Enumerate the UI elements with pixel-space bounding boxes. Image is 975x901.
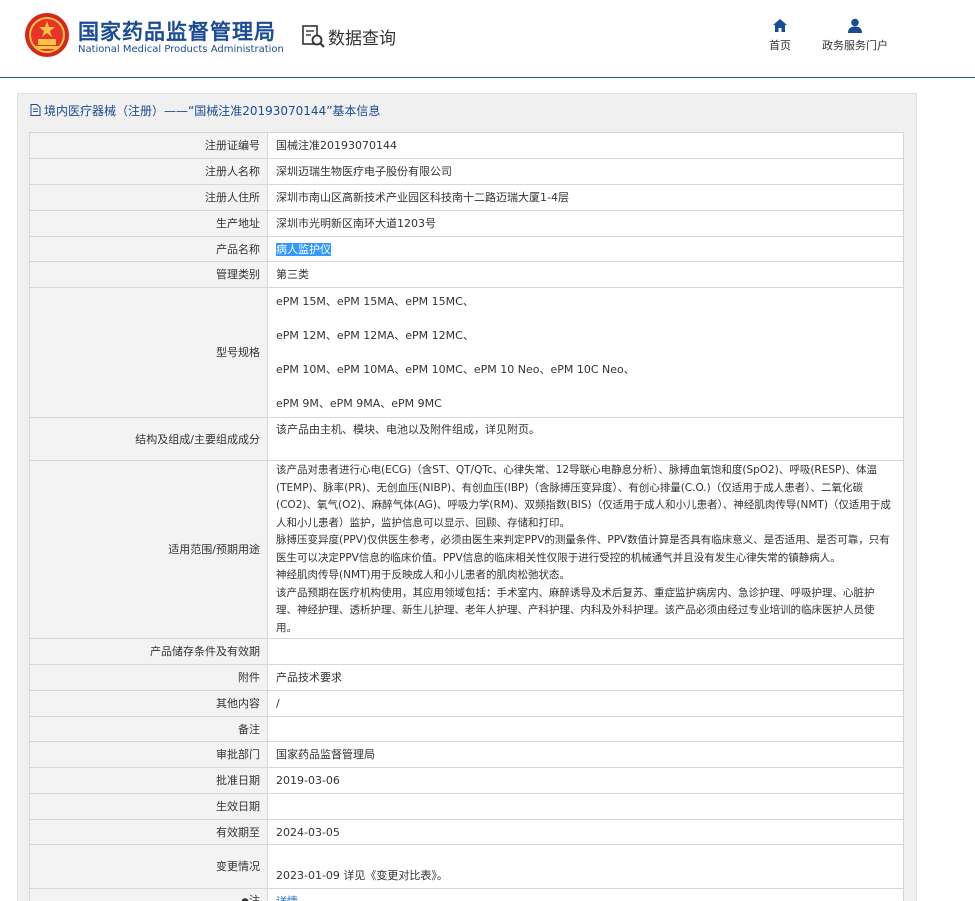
row-label: 注册证编号 — [29, 132, 268, 159]
table-row: 生产地址 深圳市光明新区南环大道1203号 — [29, 210, 904, 237]
row-label: 注册人住所 — [29, 184, 268, 211]
document-icon — [30, 104, 41, 116]
nav-gov-service-portal[interactable]: 政务服务门户 — [818, 18, 892, 53]
row-value: / — [267, 690, 904, 717]
row-value: 深圳迈瑞生物医疗电子股份有限公司 — [267, 158, 904, 185]
panel-title: 境内医疗器械（注册）——“国械注准20193070144”基本信息 — [30, 102, 380, 118]
model-line: ePM 10M、ePM 10MA、ePM 10MC、ePM 10 Neo、ePM… — [276, 363, 635, 376]
row-label: 附件 — [29, 664, 268, 691]
table-row: 备注 — [29, 716, 904, 742]
row-label: 产品储存条件及有效期 — [29, 638, 268, 665]
row-value — [267, 638, 904, 665]
user-icon — [848, 18, 862, 33]
row-value — [267, 793, 904, 820]
row-value: 国械注准20193070144 — [267, 132, 904, 159]
nav-home[interactable]: 首页 — [764, 18, 796, 53]
row-label: 管理类别 — [29, 261, 268, 288]
model-spacer — [276, 344, 895, 361]
model-line: ePM 15M、ePM 15MA、ePM 15MC、 — [276, 295, 474, 308]
row-label: 注册人名称 — [29, 158, 268, 185]
row-label: ●注 — [29, 888, 268, 901]
nav-portal-label: 政务服务门户 — [822, 39, 888, 52]
table-row: 产品名称 病人监护仪 — [29, 236, 904, 262]
table-row: ●注 详情 — [29, 888, 904, 901]
site-header: 国家药品监督管理局 National Medical Products Admi… — [0, 0, 975, 78]
row-value: 该产品由主机、模块、电池以及附件组成，详见附页。 — [267, 417, 904, 461]
table-row: 生效日期 — [29, 793, 904, 820]
row-value: 深圳市南山区高新技术产业园区科技南十二路迈瑞大厦1-4层 — [267, 184, 904, 211]
note-label: 注 — [249, 894, 260, 901]
model-spacer — [276, 310, 895, 327]
table-row: 其他内容 / — [29, 690, 904, 717]
row-value: 详情 — [267, 888, 904, 901]
table-row: 有效期至 2024-03-05 — [29, 819, 904, 845]
row-value: 该产品对患者进行心电(ECG)（含ST、QT/QTc、心律失常、12导联心电静息… — [267, 460, 904, 639]
table-row: 适用范围/预期用途 该产品对患者进行心电(ECG)（含ST、QT/QTc、心律失… — [29, 460, 904, 639]
table-row: 变更情况 2023-01-09 详见《变更对比表》。 — [29, 844, 904, 889]
row-value: ePM 15M、ePM 15MA、ePM 15MC、 ePM 12M、ePM 1… — [267, 287, 904, 418]
table-row: 注册人名称 深圳迈瑞生物医疗电子股份有限公司 — [29, 158, 904, 185]
device-info-table: 注册证编号 国械注准20193070144 注册人名称 深圳迈瑞生物医疗电子股份… — [29, 132, 904, 901]
row-label: 其他内容 — [29, 690, 268, 717]
row-label: 结构及组成/主要组成成分 — [29, 417, 268, 461]
row-value: 2019-03-06 — [267, 767, 904, 794]
table-row: 注册证编号 国械注准20193070144 — [29, 132, 904, 159]
details-link[interactable]: 详情 — [276, 895, 298, 901]
table-row: 附件 产品技术要求 — [29, 664, 904, 691]
table-row: 产品储存条件及有效期 — [29, 638, 904, 665]
brand-name-cn[interactable]: 国家药品监督管理局 — [78, 16, 276, 46]
table-row: 批准日期 2019-03-06 — [29, 767, 904, 794]
row-value: 深圳市光明新区南环大道1203号 — [267, 210, 904, 237]
row-label: 批准日期 — [29, 767, 268, 794]
row-label: 审批部门 — [29, 741, 268, 768]
nav-home-label: 首页 — [769, 39, 791, 52]
row-label: 生效日期 — [29, 793, 268, 820]
data-query-label: 数据查询 — [328, 28, 396, 49]
data-query-link[interactable]: 数据查询 — [300, 22, 396, 50]
model-line: ePM 9M、ePM 9MA、ePM 9MC — [276, 397, 442, 410]
document-search-icon — [302, 25, 325, 48]
model-spacer — [276, 378, 895, 395]
row-value — [267, 716, 904, 742]
row-value: 2024-03-05 — [267, 819, 904, 845]
location-pin-icon: ● — [241, 897, 249, 901]
row-label: 型号规格 — [29, 287, 268, 418]
model-line: ePM 12M、ePM 12MA、ePM 12MC、 — [276, 329, 474, 342]
row-label: 变更情况 — [29, 844, 268, 889]
home-icon — [773, 19, 787, 32]
product-name-highlight[interactable]: 病人监护仪 — [276, 242, 331, 256]
brand-name-en[interactable]: National Medical Products Administration — [78, 44, 284, 55]
national-emblem-icon[interactable] — [24, 12, 70, 58]
row-value: 产品技术要求 — [267, 664, 904, 691]
row-label: 备注 — [29, 716, 268, 742]
row-label: 生产地址 — [29, 210, 268, 237]
row-value: 病人监护仪 — [267, 236, 904, 262]
table-row: 结构及组成/主要组成成分 该产品由主机、模块、电池以及附件组成，详见附页。 — [29, 417, 904, 461]
row-value: 第三类 — [267, 261, 904, 288]
row-value: 国家药品监督管理局 — [267, 741, 904, 768]
table-row: 注册人住所 深圳市南山区高新技术产业园区科技南十二路迈瑞大厦1-4层 — [29, 184, 904, 211]
table-row: 管理类别 第三类 — [29, 261, 904, 288]
row-value: 2023-01-09 详见《变更对比表》。 — [267, 844, 904, 889]
panel-title-text: 境内医疗器械（注册）——“国械注准20193070144”基本信息 — [44, 103, 381, 118]
row-label: 适用范围/预期用途 — [29, 460, 268, 639]
table-row: 型号规格 ePM 15M、ePM 15MA、ePM 15MC、 ePM 12M、… — [29, 287, 904, 418]
row-label: 产品名称 — [29, 236, 268, 262]
table-row: 审批部门 国家药品监督管理局 — [29, 741, 904, 768]
row-label: 有效期至 — [29, 819, 268, 845]
